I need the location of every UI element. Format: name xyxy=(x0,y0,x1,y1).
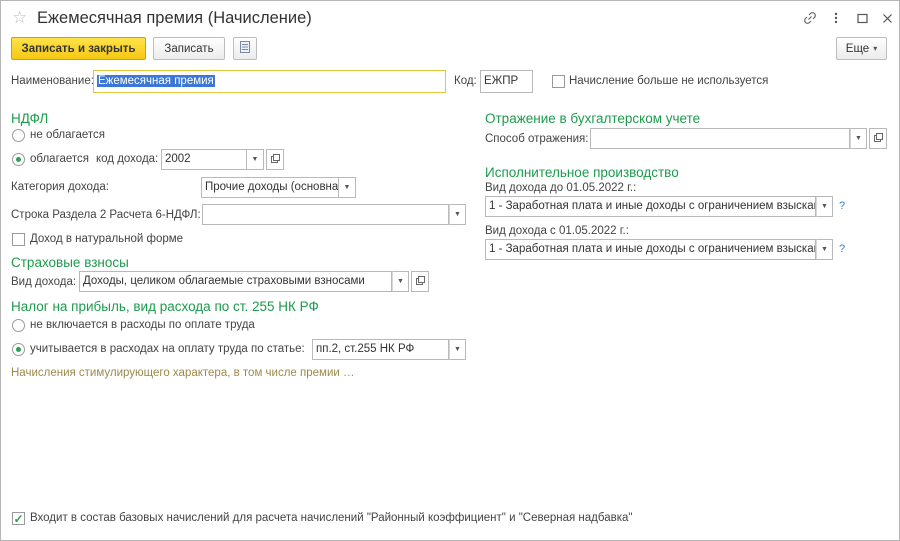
chevron-down-icon: ▾ xyxy=(873,44,878,53)
included-label: учитывается в расходах на оплату труда п… xyxy=(30,343,305,355)
enforcement-before-dropdown[interactable]: ▼ xyxy=(816,196,833,217)
ndfl-not-taxed-radio[interactable] xyxy=(12,129,25,142)
accounting-section-title: Отражение в бухгалтерском учете xyxy=(485,111,701,126)
close-icon[interactable] xyxy=(879,10,895,26)
chevron-down-icon: ▼ xyxy=(397,278,404,285)
income-code-label: код дохода: xyxy=(96,153,159,165)
chevron-down-icon: ▼ xyxy=(454,211,461,218)
enforcement-before-help-icon[interactable]: ? xyxy=(839,200,845,212)
ndfl-taxed-label: облагается xyxy=(30,153,90,165)
checkmark-icon: ✓ xyxy=(13,511,24,526)
more-vertical-icon[interactable] xyxy=(828,10,844,26)
name-value: Ежемесячная премия xyxy=(97,75,215,87)
save-button[interactable]: Записать xyxy=(153,37,225,60)
more-button[interactable]: Еще ▾ xyxy=(836,37,887,60)
insurance-section-title: Страховые взносы xyxy=(11,255,129,270)
insurance-income-type-label: Вид дохода: xyxy=(11,276,77,288)
code-input[interactable]: ЕЖПР xyxy=(480,70,533,93)
enforcement-after-label: Вид дохода с 01.05.2022 г.: xyxy=(485,225,629,237)
insurance-income-type-dropdown[interactable]: ▼ xyxy=(392,271,409,292)
enforcement-before-label: Вид дохода до 01.05.2022 г.: xyxy=(485,182,637,194)
open-form-icon xyxy=(270,153,280,166)
chevron-down-icon: ▼ xyxy=(251,156,259,163)
category-label: Категория дохода: xyxy=(11,181,109,193)
not-used-label: Начисление больше не используется xyxy=(569,75,769,87)
form-window: ☆ Ежемесячная премия (Начисление) Записа… xyxy=(0,0,900,541)
insurance-income-type-input[interactable]: Доходы, целиком облагаемые страховыми вз… xyxy=(79,271,392,292)
in-kind-label: Доход в натуральной форме xyxy=(30,233,184,245)
chevron-down-icon: ▼ xyxy=(343,184,351,191)
document-list-button[interactable] xyxy=(233,37,257,60)
not-included-radio[interactable] xyxy=(12,319,25,332)
enforcement-after-dropdown[interactable]: ▼ xyxy=(816,239,833,260)
enforcement-before-input[interactable]: 1 - Заработная плата и иные доходы с огр… xyxy=(485,196,816,217)
name-input[interactable]: Ежемесячная премия xyxy=(93,70,446,93)
ndfl-not-taxed-label: не облагается xyxy=(30,129,105,141)
in-kind-checkbox[interactable] xyxy=(12,233,25,246)
profit-tax-section-title: Налог на прибыль, вид расхода по ст. 255… xyxy=(11,299,319,314)
row6-label: Строка Раздела 2 Расчета 6-НДФЛ: xyxy=(11,209,201,221)
ndfl-section-title: НДФЛ xyxy=(11,111,49,126)
included-radio[interactable] xyxy=(12,343,25,356)
not-used-checkbox[interactable] xyxy=(552,75,565,88)
article-input[interactable]: пп.2, ст.255 НК РФ xyxy=(312,339,449,360)
row6-input[interactable] xyxy=(202,204,449,225)
chevron-down-icon: ▼ xyxy=(821,246,828,253)
link-icon[interactable] xyxy=(802,10,818,26)
income-code-input[interactable]: 2002 xyxy=(161,149,247,170)
enforcement-after-help-icon[interactable]: ? xyxy=(839,243,845,255)
document-list-icon xyxy=(240,41,250,56)
base-accruals-label: Входит в состав базовых начислений для р… xyxy=(30,512,633,524)
chevron-down-icon: ▼ xyxy=(855,135,862,142)
article-dropdown[interactable]: ▼ xyxy=(449,339,466,360)
open-form-icon xyxy=(415,275,425,288)
insurance-income-type-open-button[interactable] xyxy=(411,271,429,292)
accounting-method-open-button[interactable] xyxy=(869,128,887,149)
article-note: Начисления стимулирующего характера, в т… xyxy=(11,367,355,379)
chevron-down-icon: ▼ xyxy=(454,346,461,353)
favorite-star-icon[interactable]: ☆ xyxy=(12,9,27,27)
maximize-icon[interactable] xyxy=(854,10,870,26)
save-and-close-button[interactable]: Записать и закрыть xyxy=(11,37,146,60)
category-input[interactable]: Прочие доходы (основная xyxy=(201,177,339,198)
base-accruals-checkbox[interactable]: ✓ xyxy=(12,512,25,525)
income-code-dropdown[interactable]: ▼ xyxy=(247,149,264,170)
not-included-label: не включается в расходы по оплате труда xyxy=(30,319,255,331)
accounting-method-dropdown[interactable]: ▼ xyxy=(850,128,867,149)
open-form-icon xyxy=(873,132,883,145)
accounting-method-label: Способ отражения: xyxy=(485,133,589,145)
page-title: Ежемесячная премия (Начисление) xyxy=(37,9,312,27)
accounting-method-input[interactable] xyxy=(590,128,850,149)
enforcement-section-title: Исполнительное производство xyxy=(485,165,679,180)
more-label: Еще xyxy=(845,42,870,55)
income-code-open-button[interactable] xyxy=(266,149,284,170)
ndfl-taxed-radio[interactable] xyxy=(12,153,25,166)
row6-dropdown[interactable]: ▼ xyxy=(449,204,466,225)
category-dropdown[interactable]: ▼ xyxy=(339,177,356,198)
name-label: Наименование: xyxy=(11,75,94,87)
code-label: Код: xyxy=(454,75,477,87)
enforcement-after-input[interactable]: 1 - Заработная плата и иные доходы с огр… xyxy=(485,239,816,260)
chevron-down-icon: ▼ xyxy=(821,203,828,210)
